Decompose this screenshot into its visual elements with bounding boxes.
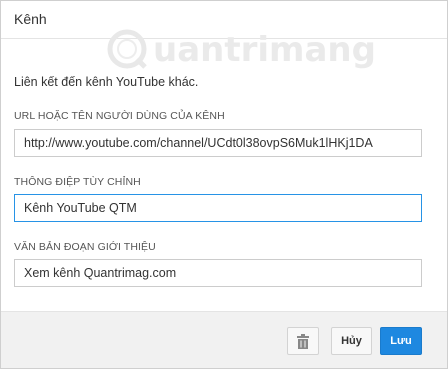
save-button[interactable]: Lưu [380, 327, 422, 355]
dialog-title: Kênh [14, 11, 47, 27]
teaser-text-label: VĂN BẢN ĐOẠN GIỚI THIỆU [14, 241, 156, 253]
trash-icon [297, 334, 309, 349]
cancel-button[interactable]: Hủy [331, 327, 372, 355]
dialog-header: Kênh [1, 1, 447, 39]
channel-url-label: URL HOẶC TÊN NGƯỜI DÙNG CỦA KÊNH [14, 110, 225, 122]
dialog-footer: Hủy Lưu [1, 311, 447, 368]
teaser-text-input[interactable]: Xem kênh Quantrimag.com [14, 259, 422, 287]
custom-message-label: THÔNG ĐIỆP TÙY CHỈNH [14, 176, 141, 188]
channel-url-input[interactable]: http://www.youtube.com/channel/UCdt0l38o… [14, 129, 422, 157]
delete-button[interactable] [287, 327, 319, 355]
channel-dialog: Kênh uantrimang Liên kết đến kênh YouTub… [0, 0, 448, 369]
custom-message-input[interactable]: Kênh YouTube QTM [14, 194, 422, 222]
intro-text: Liên kết đến kênh YouTube khác. [14, 75, 199, 89]
